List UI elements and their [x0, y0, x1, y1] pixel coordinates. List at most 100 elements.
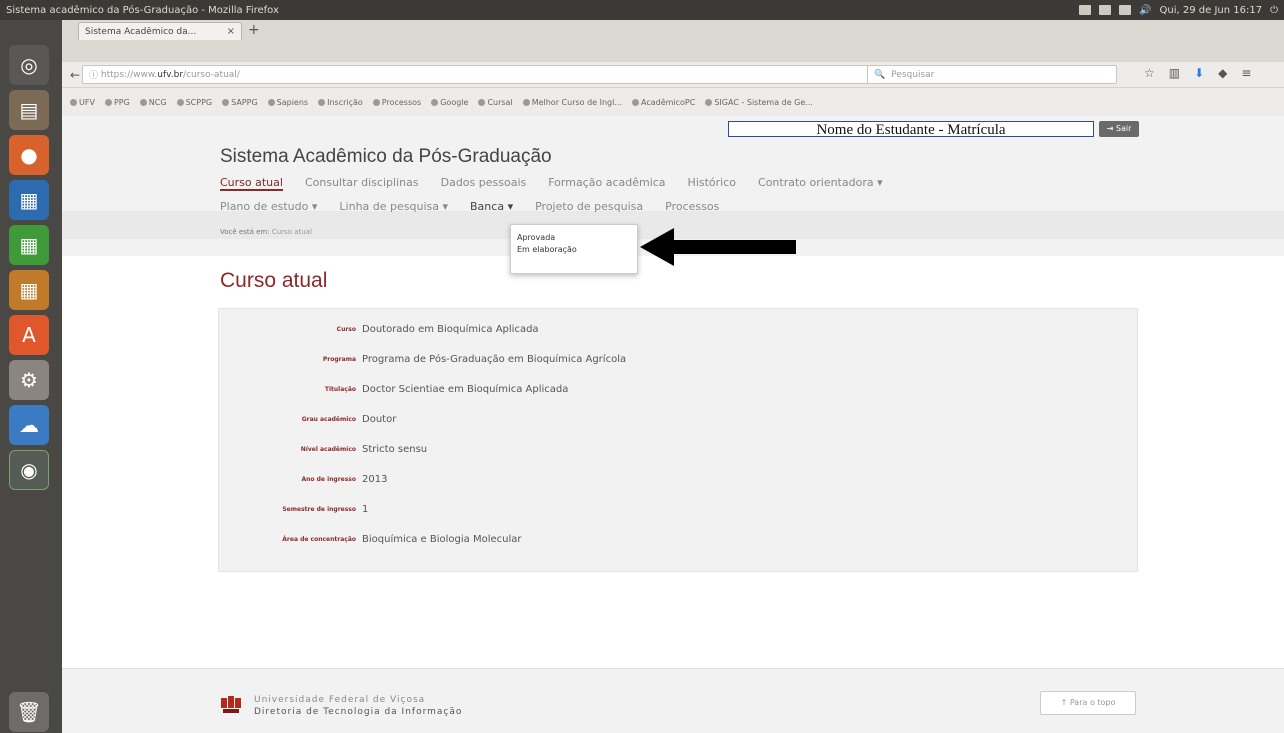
bookmark-item[interactable]: Inscrição	[318, 98, 363, 107]
menu-item-label: Formação acadêmica	[548, 176, 666, 189]
menu-item-row1-5[interactable]: Contrato orientadora ▾	[758, 176, 883, 191]
tab-bar: Sistema Acadêmico da... × +	[62, 20, 1284, 62]
footer: Universidade Federal de Viçosa Diretoria…	[62, 668, 1284, 733]
footer-line-1: Universidade Federal de Viçosa	[254, 695, 426, 705]
bookmark-item[interactable]: Google	[431, 98, 468, 107]
cloud-icon[interactable]: ☁	[9, 405, 49, 445]
menu-item-label: Dados pessoais	[440, 176, 527, 189]
exit-button[interactable]: ⇥ Sair	[1099, 121, 1139, 137]
dropdown-item-0[interactable]: Aprovada	[517, 233, 631, 242]
library-icon[interactable]: ▥	[1169, 66, 1180, 80]
menu-item-row2-3[interactable]: Projeto de pesquisa	[535, 200, 643, 213]
settings-icon[interactable]: ⚙	[9, 360, 49, 400]
back-to-top-button[interactable]: ↑ Para o topo	[1040, 691, 1136, 715]
volume-icon[interactable]: 🔊	[1139, 5, 1151, 16]
url-bar[interactable]: ⓘ https://www. ufv.br /curso-atual/	[82, 65, 872, 84]
software-center-icon[interactable]: A	[9, 315, 49, 355]
firefox-icon[interactable]: ●	[9, 135, 49, 175]
mail-icon[interactable]	[1119, 5, 1132, 15]
dropdown-item-1[interactable]: Em elaboração	[517, 245, 631, 254]
bookmark-icon	[431, 98, 439, 106]
search-bar[interactable]: 🔍 Pesquisar	[867, 65, 1117, 84]
info-row: Grau acadêmico Doutor	[219, 410, 1139, 428]
bookmark-item[interactable]: PPG	[104, 98, 130, 107]
exit-label: Sair	[1115, 124, 1132, 133]
menu-item-row1-0[interactable]: Curso atual	[220, 176, 283, 191]
banca-dropdown: Aprovada Em elaboração	[510, 224, 638, 274]
menu-item-row1-2[interactable]: Dados pessoais	[441, 176, 527, 191]
menu-item-row1-4[interactable]: Histórico	[688, 176, 736, 191]
footer-text: Universidade Federal de Viçosa Diretoria…	[254, 694, 462, 718]
bookmark-item[interactable]: SIGAC - Sistema de Ge...	[705, 98, 813, 107]
close-icon[interactable]: ×	[227, 26, 235, 37]
menu-item-row1-1[interactable]: Consultar disciplinas	[305, 176, 419, 191]
pocket-icon[interactable]: ◆	[1218, 66, 1227, 80]
search-placeholder: Pesquisar	[891, 69, 935, 80]
menu-item-row2-1[interactable]: Linha de pesquisa ▾	[339, 200, 448, 213]
site-title[interactable]: Sistema Acadêmico da Pós-Graduação	[220, 146, 552, 168]
menu-icon[interactable]: ≡	[1241, 66, 1251, 80]
bookmark-star-icon[interactable]: ☆	[1144, 66, 1155, 80]
network-icon[interactable]	[1099, 5, 1112, 15]
bookmark-item[interactable]: NCG	[139, 97, 167, 107]
info-label: Programa	[322, 355, 356, 363]
toolbar-icons: ☆ ▥ ⬇ ◆ ≡	[1144, 66, 1251, 80]
menu-item-row1-3[interactable]: Formação acadêmica	[548, 176, 665, 191]
bookmark-label: SAPPG	[231, 97, 258, 107]
info-row: Titulação Doctor Scientiae em Bioquímica …	[219, 380, 1139, 398]
info-row: Nível acadêmico Stricto sensu	[219, 440, 1139, 458]
writer-icon[interactable]: ▦	[9, 180, 49, 220]
back-to-top-label: Para o topo	[1069, 698, 1116, 707]
menu-item-label: Curso atual	[220, 176, 283, 189]
bookmark-label: UFV	[79, 97, 95, 107]
browser-tab[interactable]: Sistema Acadêmico da... ×	[78, 22, 242, 40]
info-label: Ano de ingresso	[301, 475, 357, 483]
bookmark-item[interactable]: Cursal	[478, 98, 513, 107]
menu-item-row2-0[interactable]: Plano de estudo ▾	[220, 200, 317, 213]
bookmark-label: NCG	[148, 97, 167, 107]
bookmark-icon	[318, 98, 326, 106]
arrow-annotation	[640, 228, 796, 266]
bookmark-item[interactable]: UFV	[70, 98, 95, 107]
os-top-panel: Sistema acadêmico da Pós-Graduação - Moz…	[0, 0, 1284, 20]
window-title: Sistema acadêmico da Pós-Graduação - Moz…	[6, 4, 279, 16]
menu-item-row2-2[interactable]: Banca ▾	[470, 200, 513, 213]
app-icon[interactable]: ◉	[9, 450, 49, 490]
bookmark-icon	[104, 98, 112, 106]
power-icon[interactable]: ⏻	[1270, 5, 1278, 16]
download-icon[interactable]: ⬇	[1194, 66, 1204, 80]
calc-icon[interactable]: ▦	[9, 225, 49, 265]
search-icon: 🔍	[874, 69, 886, 80]
clock[interactable]: Qui, 29 de Jun 16:17	[1160, 5, 1263, 16]
bookmark-icon	[372, 98, 380, 106]
files-icon[interactable]: ▤	[9, 90, 49, 130]
info-icon[interactable]: ⓘ	[89, 68, 101, 81]
bookmark-item[interactable]: SAPPG	[222, 98, 258, 107]
ufv-logo-icon	[221, 696, 241, 713]
bookmark-item[interactable]: AcadêmicoPC	[631, 98, 695, 107]
bookmark-item[interactable]: SCPPG	[176, 98, 212, 107]
back-icon[interactable]: ←	[68, 68, 82, 82]
bookmark-item[interactable]: Melhor Curso de Ingl...	[522, 98, 622, 107]
bookmarks-bar: UFV PPG NCG SCPPG SAPPG Sapiens Inscrição Proce…	[62, 88, 1284, 116]
course-info-panel: Curso Doutorado em Bioquímica Aplicada Pro…	[218, 308, 1138, 572]
info-label: Grau acadêmico	[301, 415, 356, 423]
menu-item-row2-4[interactable]: Processos	[665, 200, 719, 213]
bookmark-item[interactable]: Sapiens	[267, 98, 308, 107]
impress-icon[interactable]: ▦	[9, 270, 49, 310]
breadcrumb-current[interactable]: Curso atual	[272, 228, 312, 236]
info-value: Bioquímica e Biologia Molecular	[362, 533, 522, 545]
info-row: Área de concentração Bioquímica e Biologi…	[219, 530, 1139, 548]
keyboard-icon[interactable]	[1079, 5, 1092, 15]
trash-icon[interactable]: 🗑	[9, 692, 49, 732]
bookmark-icon	[705, 98, 713, 106]
url-path: /curso-atual/	[183, 69, 240, 80]
bookmark-icon	[139, 98, 147, 106]
dash-icon[interactable]: ◎	[9, 45, 49, 85]
bookmark-label: SIGAC - Sistema de Ge...	[714, 97, 813, 107]
info-row: Programa Programa de Pós-Graduação em Bio…	[219, 350, 1139, 368]
menu-item-label: Linha de pesquisa	[339, 200, 439, 213]
main-menu: Curso atual Consultar disciplinas Dados pe…	[220, 176, 883, 191]
bookmark-item[interactable]: Processos	[372, 98, 421, 107]
new-tab-button[interactable]: +	[248, 22, 260, 38]
